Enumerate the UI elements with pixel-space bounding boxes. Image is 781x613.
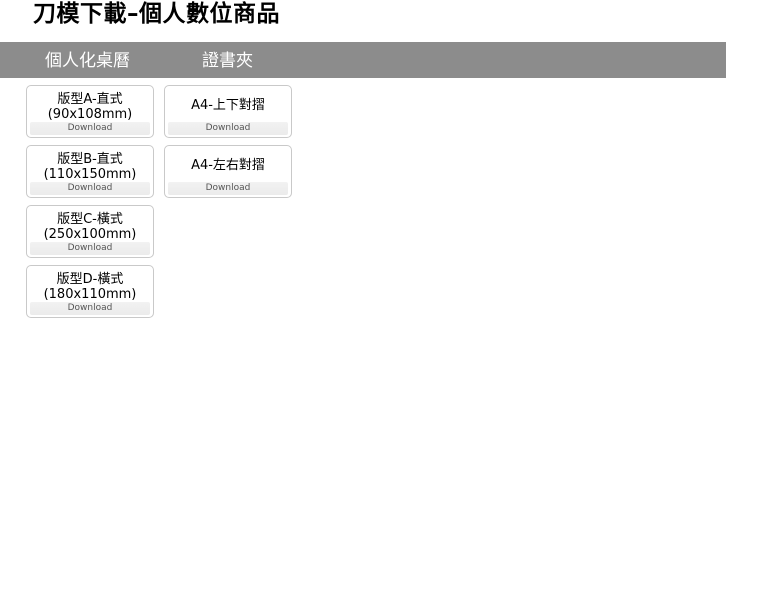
template-title: A4-上下對摺 xyxy=(191,98,265,113)
calendar-templates-list: 版型A-直式 (90x108mm) Download 版型B-直式 (110x1… xyxy=(26,85,154,325)
category-bar: 個人化桌曆 證書夾 xyxy=(0,42,726,78)
template-title: 版型D-橫式 xyxy=(56,272,124,287)
page-title: 刀模下載–個人數位商品 xyxy=(33,1,280,27)
category-personal-calendar[interactable]: 個人化桌曆 xyxy=(45,42,130,78)
download-button[interactable]: Download xyxy=(30,182,150,195)
template-card-c-landscape[interactable]: 版型C-橫式 (250x100mm) Download xyxy=(26,205,154,258)
template-title: 版型A-直式 xyxy=(57,92,123,107)
template-size: (180x110mm) xyxy=(43,287,137,302)
category-certificate-folder[interactable]: 證書夾 xyxy=(202,42,253,78)
template-size: (90x108mm) xyxy=(47,107,133,122)
template-card-a4-top-bottom-fold[interactable]: A4-上下對摺 Download xyxy=(164,85,292,138)
template-card-a-portrait[interactable]: 版型A-直式 (90x108mm) Download xyxy=(26,85,154,138)
template-size: (110x150mm) xyxy=(43,167,137,182)
certificate-templates-list: A4-上下對摺 Download A4-左右對摺 Download xyxy=(164,85,292,205)
template-card-a4-left-right-fold[interactable]: A4-左右對摺 Download xyxy=(164,145,292,198)
template-title: A4-左右對摺 xyxy=(191,158,265,173)
download-button[interactable]: Download xyxy=(168,122,288,135)
template-card-d-landscape[interactable]: 版型D-橫式 (180x110mm) Download xyxy=(26,265,154,318)
download-button[interactable]: Download xyxy=(30,242,150,255)
template-card-b-portrait[interactable]: 版型B-直式 (110x150mm) Download xyxy=(26,145,154,198)
download-button[interactable]: Download xyxy=(30,302,150,315)
template-size: (250x100mm) xyxy=(43,227,137,242)
template-title: 版型C-橫式 xyxy=(57,212,123,227)
download-button[interactable]: Download xyxy=(168,182,288,195)
download-button[interactable]: Download xyxy=(30,122,150,135)
template-title: 版型B-直式 xyxy=(57,152,123,167)
